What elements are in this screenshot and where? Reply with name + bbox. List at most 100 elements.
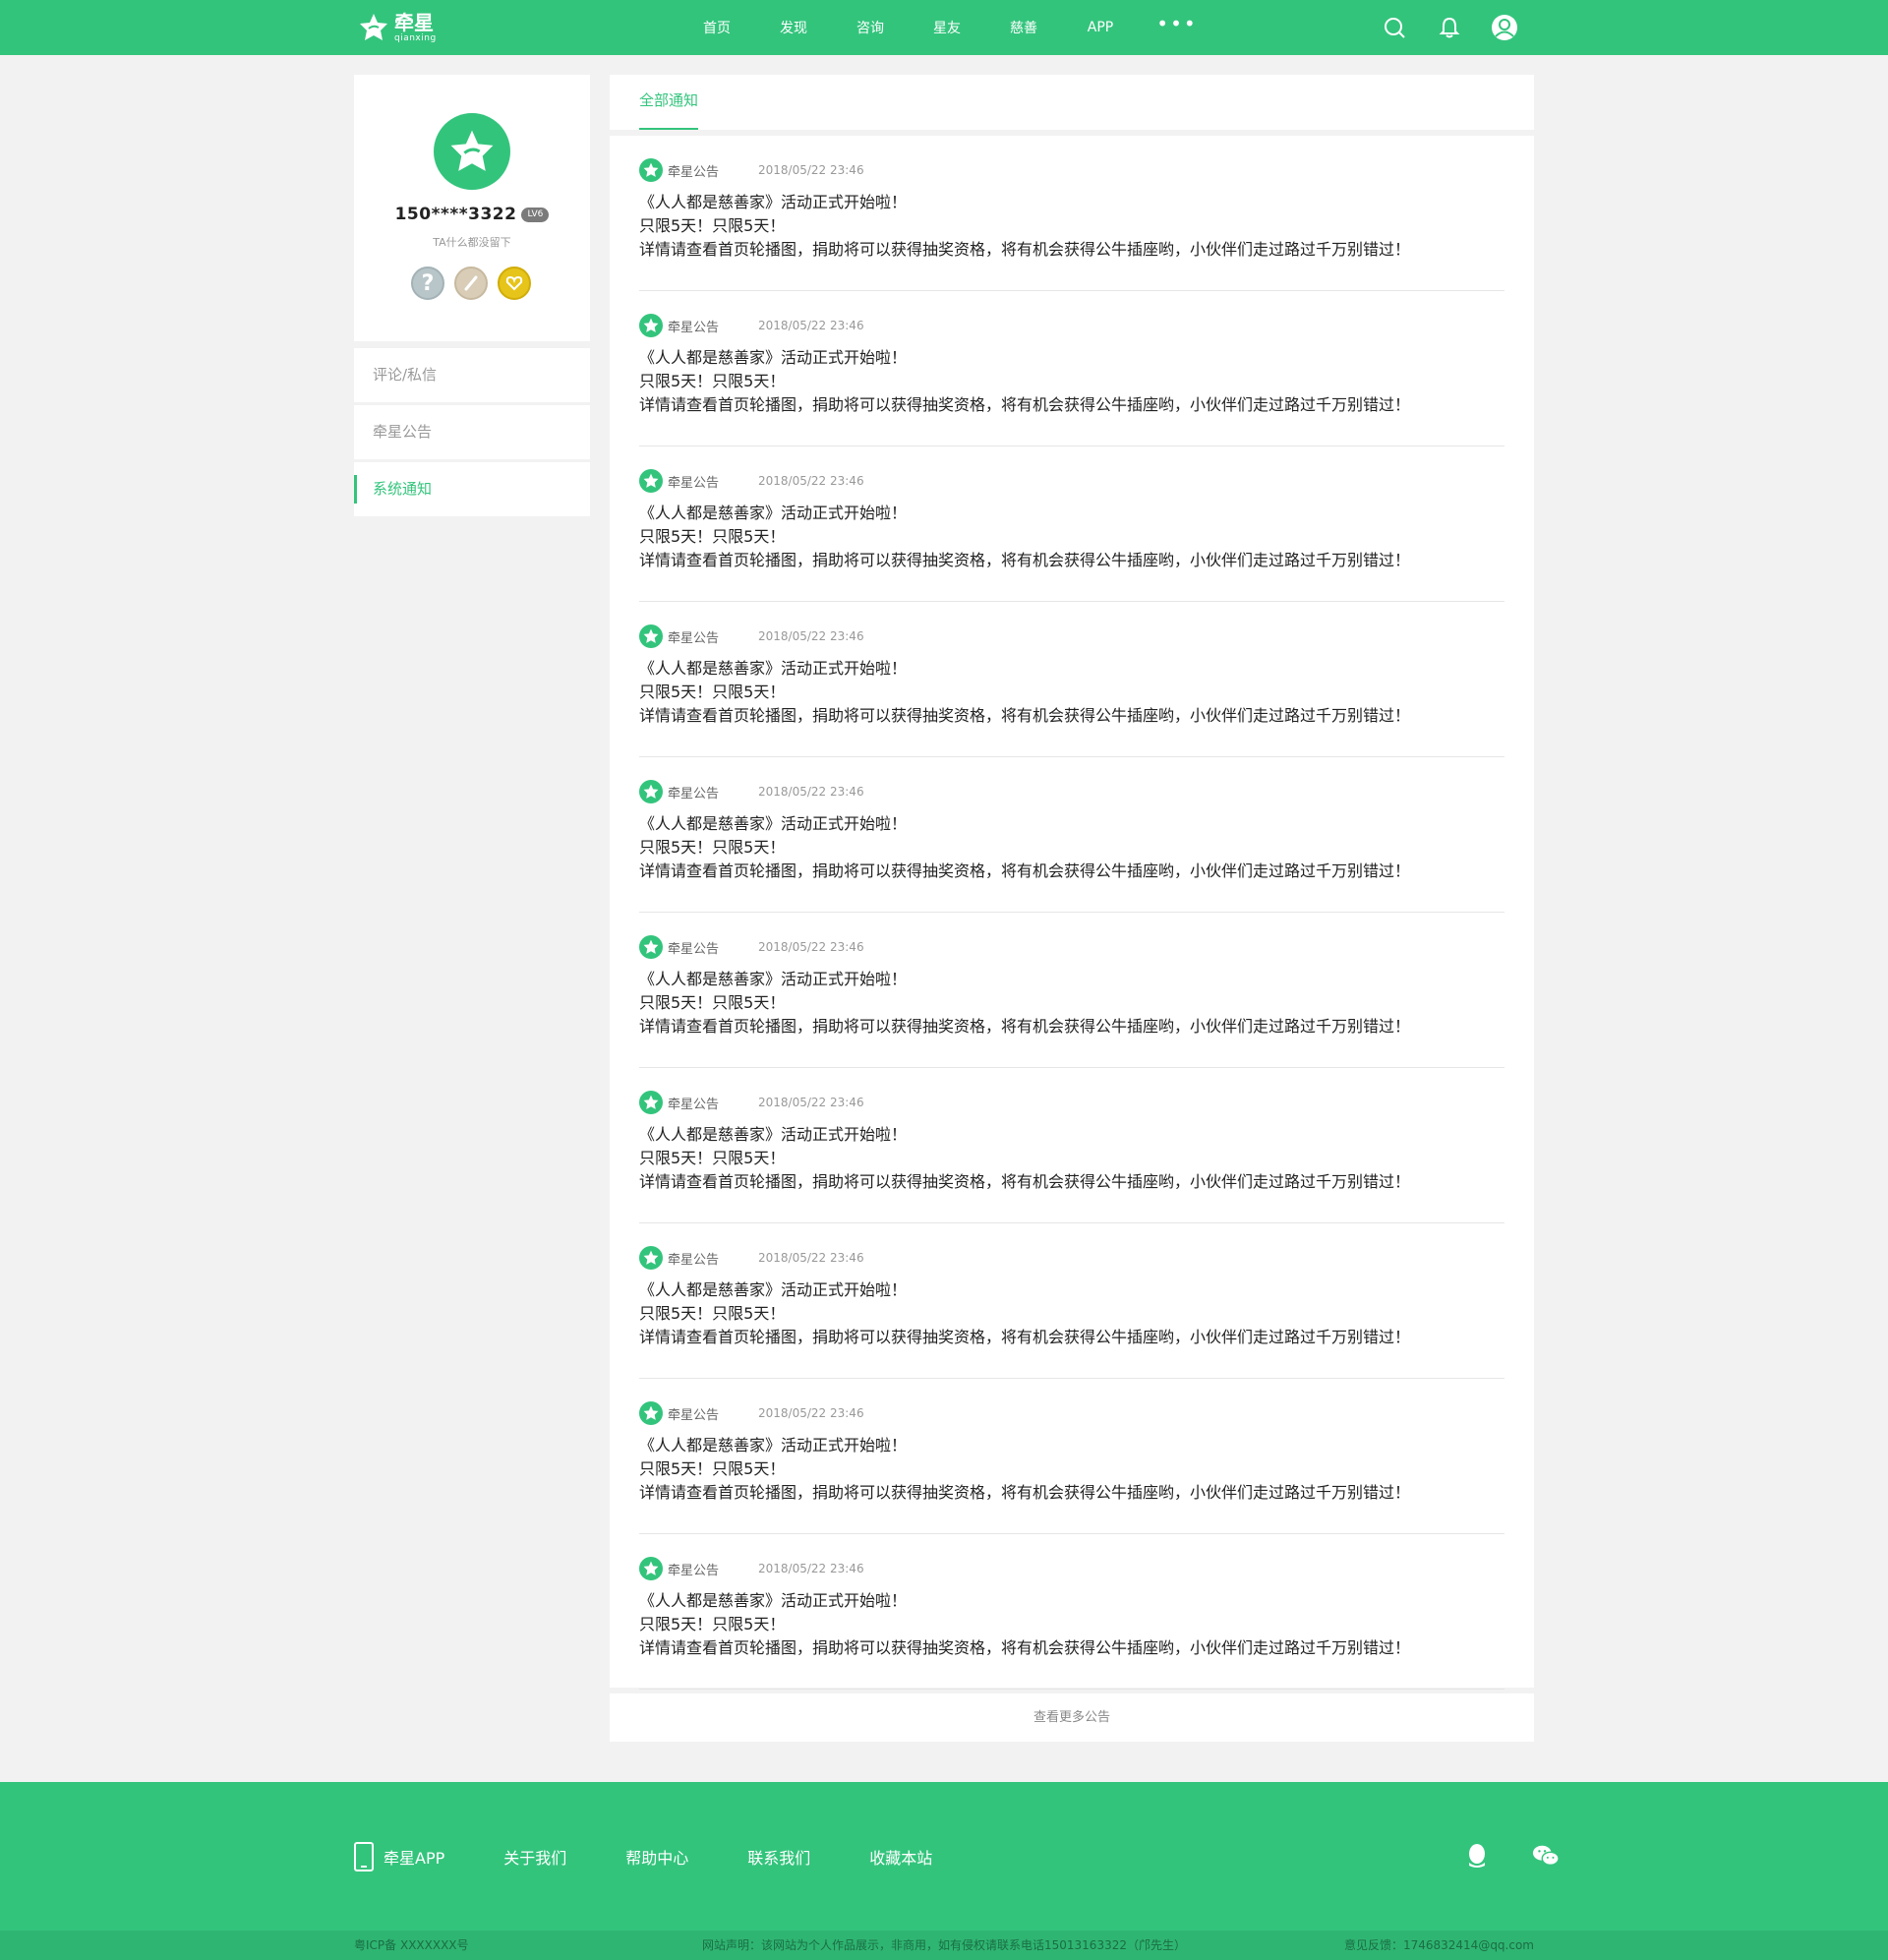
search-icon[interactable] — [1381, 14, 1408, 41]
footer-link-bookmark[interactable]: 收藏本站 — [869, 1845, 932, 1869]
brand-subtitle: qianxing — [394, 32, 437, 43]
brand-name: 牵星 — [394, 10, 434, 34]
notice-source: 牵星公告 — [668, 786, 720, 802]
tab-bar: 全部通知 — [610, 75, 1534, 130]
nav-charity[interactable]: 慈善 — [985, 18, 1062, 37]
notice-time: 2018/05/22 23:46 — [758, 785, 864, 799]
notice-item[interactable]: 牵星公告 2018/05/22 23:46 《人人都是慈善家》活动正式开始啦！ 只限5… — [639, 757, 1504, 913]
notice-item[interactable]: 牵星公告 2018/05/22 23:46 《人人都是慈善家》活动正式开始啦！ 只限5… — [639, 913, 1504, 1068]
star-logo-icon — [639, 158, 663, 182]
notice-line: 详情请查看首页轮播图，捐助将可以获得抽奖资格，将有机会获得公牛插座哟，小伙伴们走… — [639, 706, 1411, 725]
profile-card: 150****3322 LV6 TA什么都没留下 ? — [354, 75, 590, 341]
notice-item[interactable]: 牵星公告 2018/05/22 23:46 《人人都是慈善家》活动正式开始啦！ 只限5… — [639, 1068, 1504, 1223]
notice-line: 详情请查看首页轮播图，捐助将可以获得抽奖资格，将有机会获得公牛插座哟，小伙伴们走… — [639, 240, 1411, 259]
nav-discover[interactable]: 发现 — [755, 18, 832, 37]
notice-line: 只限5天！只限5天！ — [639, 683, 786, 701]
notice-line: 只限5天！只限5天！ — [639, 527, 786, 546]
notice-line: 详情请查看首页轮播图，捐助将可以获得抽奖资格，将有机会获得公牛插座哟，小伙伴们走… — [639, 1328, 1411, 1346]
notice-line: 详情请查看首页轮播图，捐助将可以获得抽奖资格，将有机会获得公牛插座哟，小伙伴们走… — [639, 1017, 1411, 1036]
level-badge: LV6 — [521, 207, 550, 222]
star-logo-icon — [639, 935, 663, 959]
star-logo-icon — [639, 624, 663, 648]
notice-item[interactable]: 牵星公告 2018/05/22 23:46 《人人都是慈善家》活动正式开始啦！ 只限5… — [639, 602, 1504, 757]
sidebar-item-comments[interactable]: 评论/私信 — [354, 348, 590, 402]
footer-link-app[interactable]: 牵星APP — [354, 1841, 445, 1871]
notice-item[interactable]: 牵星公告 2018/05/22 23:46 《人人都是慈善家》活动正式开始啦！ 只限5… — [639, 1534, 1504, 1690]
notice-title: 《人人都是慈善家》活动正式开始啦！ — [639, 1125, 908, 1144]
notice-line: 详情请查看首页轮播图，捐助将可以获得抽奖资格，将有机会获得公牛插座哟，小伙伴们走… — [639, 395, 1411, 414]
sidebar-item-label: 系统通知 — [373, 480, 433, 498]
nav-app[interactable]: APP — [1062, 20, 1139, 35]
notice-time: 2018/05/22 23:46 — [758, 163, 864, 177]
tab-all-notices[interactable]: 全部通知 — [639, 75, 699, 130]
star-logo-icon — [639, 1091, 663, 1114]
notice-item[interactable]: 牵星公告 2018/05/22 23:46 《人人都是慈善家》活动正式开始啦！ 只限5… — [639, 136, 1504, 291]
notice-title: 《人人都是慈善家》活动正式开始啦！ — [639, 1280, 908, 1299]
notice-source: 牵星公告 — [668, 164, 720, 180]
notice-line: 详情请查看首页轮播图，捐助将可以获得抽奖资格，将有机会获得公牛插座哟，小伙伴们走… — [639, 1638, 1411, 1657]
nav-more-button[interactable]: ••• — [1139, 14, 1215, 33]
sidebar-item-system-notice[interactable]: 系统通知 — [354, 462, 590, 516]
profile-avatar[interactable] — [434, 113, 510, 190]
feedback-email: 意见反馈：1746832414@qq.com — [1343, 1938, 1534, 1952]
profile-bio: TA什么都没留下 — [433, 236, 511, 249]
star-logo-icon — [639, 1246, 663, 1270]
notice-title: 《人人都是慈善家》活动正式开始啦！ — [639, 193, 908, 211]
sidebar-item-label: 评论/私信 — [373, 366, 438, 384]
notice-line: 只限5天！只限5天！ — [639, 1149, 786, 1167]
top-navbar: 牵星 qianxing 首页 发现 咨询 星友 慈善 APP ••• — [0, 0, 1888, 55]
notice-title: 《人人都是慈善家》活动正式开始啦！ — [639, 348, 908, 367]
sidebar-item-announcements[interactable]: 牵星公告 — [354, 405, 590, 459]
nav-consult[interactable]: 咨询 — [832, 18, 909, 37]
notice-source: 牵星公告 — [668, 1097, 720, 1112]
user-avatar-icon[interactable] — [1491, 14, 1518, 41]
notice-item[interactable]: 牵星公告 2018/05/22 23:46 《人人都是慈善家》活动正式开始啦！ 只限5… — [639, 1223, 1504, 1379]
notice-line: 只限5天！只限5天！ — [639, 372, 786, 390]
star-logo-icon — [639, 314, 663, 337]
notice-item[interactable]: 牵星公告 2018/05/22 23:46 《人人都是慈善家》活动正式开始啦！ 只限5… — [639, 291, 1504, 446]
notice-line: 详情请查看首页轮播图，捐助将可以获得抽奖资格，将有机会获得公牛插座哟，小伙伴们走… — [639, 1483, 1411, 1502]
nav-home[interactable]: 首页 — [678, 18, 755, 37]
bell-icon[interactable] — [1436, 14, 1463, 41]
notice-line: 详情请查看首页轮播图，捐助将可以获得抽奖资格，将有机会获得公牛插座哟，小伙伴们走… — [639, 1172, 1411, 1191]
star-logo-icon — [639, 1401, 663, 1425]
footer-link-contact[interactable]: 联系我们 — [747, 1845, 810, 1869]
footer-link-label: 牵星APP — [384, 1848, 445, 1868]
star-avatar-icon — [450, 130, 494, 171]
qq-icon[interactable] — [1463, 1842, 1491, 1870]
notice-source: 牵星公告 — [668, 1407, 720, 1423]
notice-line: 只限5天！只限5天！ — [639, 993, 786, 1012]
notice-source: 牵星公告 — [668, 320, 720, 335]
notice-title: 《人人都是慈善家》活动正式开始啦！ — [639, 1591, 908, 1610]
notice-time: 2018/05/22 23:46 — [758, 1562, 864, 1575]
load-more-button[interactable]: 查看更多公告 — [610, 1693, 1534, 1742]
notice-source: 牵星公告 — [668, 941, 720, 957]
brand-logo[interactable]: 牵星 qianxing — [357, 10, 437, 45]
nav-friends[interactable]: 星友 — [909, 18, 985, 37]
star-logo-icon — [360, 14, 387, 40]
site-statement: 网站声明：该网站为个人作品展示，非商用，如有侵权请联系电话15013163322… — [702, 1938, 1186, 1952]
notice-item[interactable]: 牵星公告 2018/05/22 23:46 《人人都是慈善家》活动正式开始啦！ 只限5… — [639, 1379, 1504, 1534]
footer: 牵星APP 关于我们 帮助中心 联系我们 收藏本站 — [0, 1782, 1888, 1930]
heart-badge-icon[interactable] — [498, 267, 531, 300]
notice-time: 2018/05/22 23:46 — [758, 629, 864, 643]
star-logo-icon — [639, 780, 663, 803]
notice-time: 2018/05/22 23:46 — [758, 1096, 864, 1109]
phone-icon — [354, 1841, 374, 1871]
notice-source: 牵星公告 — [668, 1563, 720, 1578]
question-badge-icon[interactable]: ? — [411, 267, 444, 300]
notice-source: 牵星公告 — [668, 475, 720, 491]
notice-line: 只限5天！只限5天！ — [639, 1615, 786, 1633]
pen-badge-icon[interactable] — [454, 267, 488, 300]
notice-item[interactable]: 牵星公告 2018/05/22 23:46 《人人都是慈善家》活动正式开始啦！ 只限5… — [639, 446, 1504, 602]
footer-link-help[interactable]: 帮助中心 — [625, 1845, 688, 1869]
username: 150****3322 — [394, 205, 517, 224]
notice-title: 《人人都是慈善家》活动正式开始啦！ — [639, 504, 908, 522]
star-logo-icon — [639, 469, 663, 493]
notice-title: 《人人都是慈善家》活动正式开始啦！ — [639, 970, 908, 988]
wechat-icon[interactable] — [1532, 1842, 1560, 1870]
notice-line: 只限5天！只限5天！ — [639, 838, 786, 857]
notice-line: 只限5天！只限5天！ — [639, 216, 786, 235]
footer-link-about[interactable]: 关于我们 — [503, 1845, 566, 1869]
notice-line: 只限5天！只限5天！ — [639, 1459, 786, 1478]
